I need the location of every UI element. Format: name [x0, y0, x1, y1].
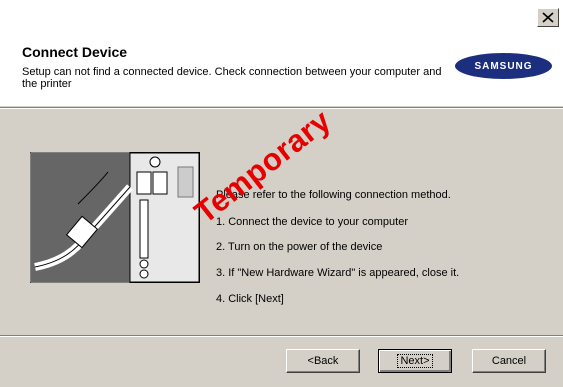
logo-text: SAMSUNG [474, 60, 533, 72]
close-button[interactable] [537, 8, 559, 27]
dialog-header: Connect Device Setup can not find a conn… [0, 28, 563, 106]
samsung-logo: SAMSUNG [455, 53, 552, 79]
page-subtitle: Setup can not find a connected device. C… [22, 66, 442, 90]
next-button-label: Next> [397, 354, 433, 368]
instruction-step-2: 2. Turn on the power of the device [216, 241, 383, 253]
instruction-step-4: 4. Click [Next] [216, 293, 284, 305]
page-title: Connect Device [22, 44, 128, 60]
usb-cable-connection-illustration [30, 152, 200, 283]
title-bar [0, 0, 563, 28]
instruction-step-1: 1. Connect the device to your computer [216, 216, 408, 228]
close-icon [542, 12, 554, 23]
footer-separator [0, 335, 563, 337]
next-button[interactable]: Next> [378, 349, 452, 373]
back-button-label: <Back [307, 355, 339, 367]
back-button[interactable]: <Back [286, 349, 360, 373]
temporary-watermark: Temporary [187, 102, 338, 231]
header-separator [0, 107, 563, 109]
cancel-button-label: Cancel [491, 355, 527, 367]
instruction-step-3: 3. If "New Hardware Wizard" is appeared,… [216, 267, 460, 279]
cancel-button[interactable]: Cancel [472, 349, 546, 373]
